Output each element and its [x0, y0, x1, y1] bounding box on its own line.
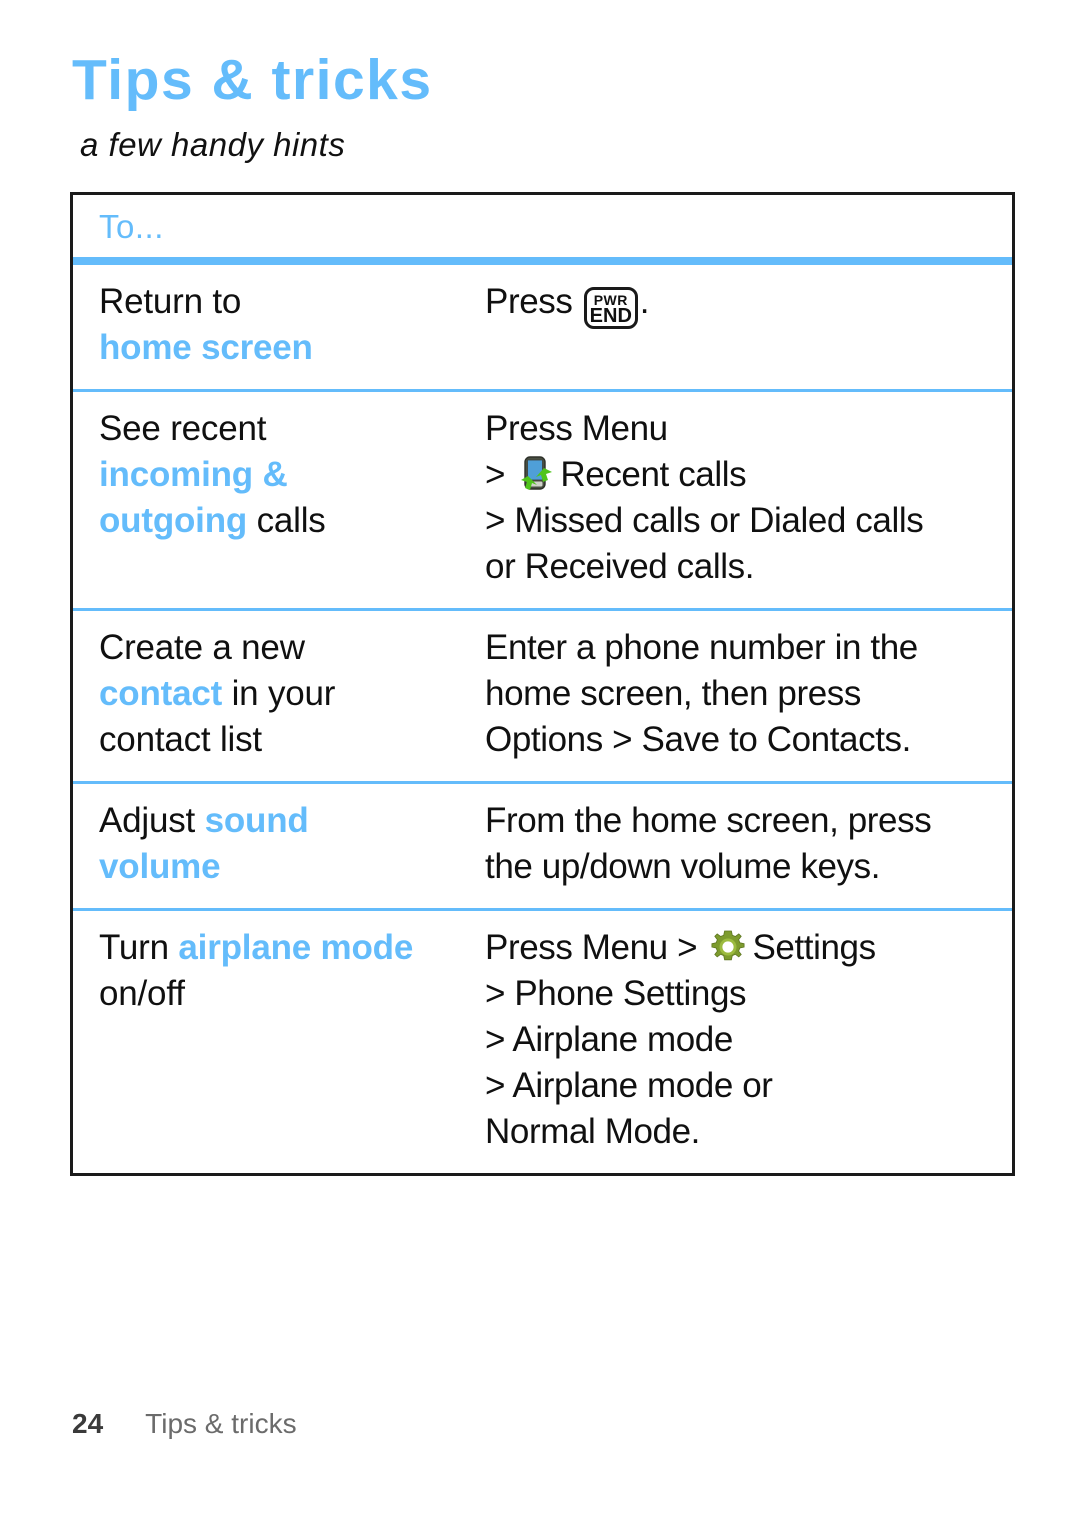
- page-title: Tips & tricks: [72, 48, 433, 112]
- recent-calls-icon: [516, 454, 556, 494]
- pwr-end-key-icon: PWR END: [583, 287, 638, 330]
- instruction-text: Settings: [752, 928, 876, 968]
- instruction-text: Press Menu >: [485, 928, 698, 968]
- task-keyword: volume: [99, 847, 221, 887]
- task-line: Adjust sound: [99, 798, 463, 844]
- cell-task-airplane-mode: Turn airplane mode on/off: [73, 911, 473, 1173]
- task-line: outgoing calls: [99, 498, 463, 544]
- settings-gear-icon: [709, 928, 747, 966]
- instruction-line: > Airplane mode: [485, 1020, 733, 1060]
- task-text: Return to: [99, 282, 242, 322]
- page-footer: 24 Tips & tricks: [72, 1408, 297, 1440]
- instruction-line: Enter a phone number in the: [485, 628, 918, 668]
- task-text: calls: [247, 501, 326, 541]
- task-text: Adjust: [99, 801, 205, 841]
- task-line: contact list: [99, 720, 262, 760]
- instruction-line: Press PWR END .: [485, 279, 998, 330]
- page-subtitle: a few handy hints: [80, 126, 346, 163]
- task-line: incoming &: [99, 452, 463, 498]
- task-keyword: outgoing: [99, 501, 248, 541]
- task-text: Turn: [99, 928, 179, 968]
- end-label: END: [589, 305, 632, 328]
- tips-table: To... Return to home screen Press PWR EN…: [70, 192, 1015, 1177]
- cell-instruction-sound-volume: From the home screen, press the up/down …: [473, 784, 1012, 908]
- instruction-line: > Phone Settings: [485, 974, 747, 1014]
- cell-task-create-contact: Create a new contact in your contact lis…: [73, 611, 473, 781]
- manual-page: Tips & tricks a few handy hints To... Re…: [0, 0, 1080, 1532]
- task-line: Return to: [99, 279, 463, 325]
- task-keyword: incoming &: [99, 455, 288, 495]
- instruction-line: Normal Mode.: [485, 1112, 700, 1152]
- task-keyword: contact: [99, 674, 223, 714]
- instruction-line: Press Menu > Settings: [485, 925, 998, 971]
- task-keyword: sound: [204, 801, 309, 841]
- task-text: See recent: [99, 409, 267, 449]
- task-line: Turn airplane mode: [99, 925, 463, 971]
- instruction-text: Recent calls: [560, 455, 747, 495]
- instruction-line: From the home screen, press: [485, 801, 932, 841]
- cell-instruction-create-contact: Enter a phone number in the home screen,…: [473, 611, 1012, 781]
- instruction-line: or Received calls.: [485, 547, 755, 587]
- instruction-line: > Recent calls: [485, 452, 998, 498]
- cell-instruction-airplane-mode: Press Menu > Settings > Phone Settings >…: [473, 911, 1012, 1173]
- cell-task-recent-calls: See recent incoming & outgoing calls: [73, 392, 473, 608]
- instruction-period: .: [639, 282, 650, 322]
- instruction-line: Press Menu: [485, 409, 668, 449]
- table-row: Create a new contact in your contact lis…: [73, 611, 1012, 785]
- cell-instruction-recent-calls: Press Menu > Recent calls > Missed calls…: [473, 392, 1012, 608]
- instruction-line: Options > Save to Contacts.: [485, 720, 911, 760]
- table-row: See recent incoming & outgoing calls Pre…: [73, 392, 1012, 612]
- task-line: home screen: [99, 325, 463, 371]
- table-row: Turn airplane mode on/off Press Menu > S…: [73, 911, 1012, 1173]
- task-line: on/off: [99, 974, 185, 1014]
- instruction-line: home screen, then press: [485, 674, 862, 714]
- table-row: Adjust sound volume From the home screen…: [73, 784, 1012, 912]
- task-keyword: airplane mode: [178, 928, 414, 968]
- task-line: See recent: [99, 406, 463, 452]
- instruction-line: > Missed calls or Dialed calls: [485, 501, 924, 541]
- task-line: volume: [99, 844, 463, 890]
- instruction-line: > Airplane mode or: [485, 1066, 773, 1106]
- page-number: 24: [72, 1408, 104, 1439]
- chevron-text: >: [485, 455, 506, 495]
- instruction-text: Press: [485, 282, 573, 322]
- cell-task-sound-volume: Adjust sound volume: [73, 784, 473, 908]
- table-row: Return to home screen Press PWR END .: [73, 265, 1012, 393]
- cell-instruction-home-screen: Press PWR END .: [473, 265, 1012, 389]
- instruction-line: the up/down volume keys.: [485, 847, 881, 887]
- column-header-to: To...: [99, 208, 164, 245]
- task-text: in your: [222, 674, 336, 714]
- task-line: Create a new: [99, 628, 305, 668]
- cell-task-home-screen: Return to home screen: [73, 265, 473, 389]
- footer-section-label: Tips & tricks: [145, 1408, 297, 1439]
- table-header-row: To...: [73, 195, 1012, 266]
- task-line: contact in your: [99, 671, 463, 717]
- task-keyword: home screen: [99, 328, 313, 368]
